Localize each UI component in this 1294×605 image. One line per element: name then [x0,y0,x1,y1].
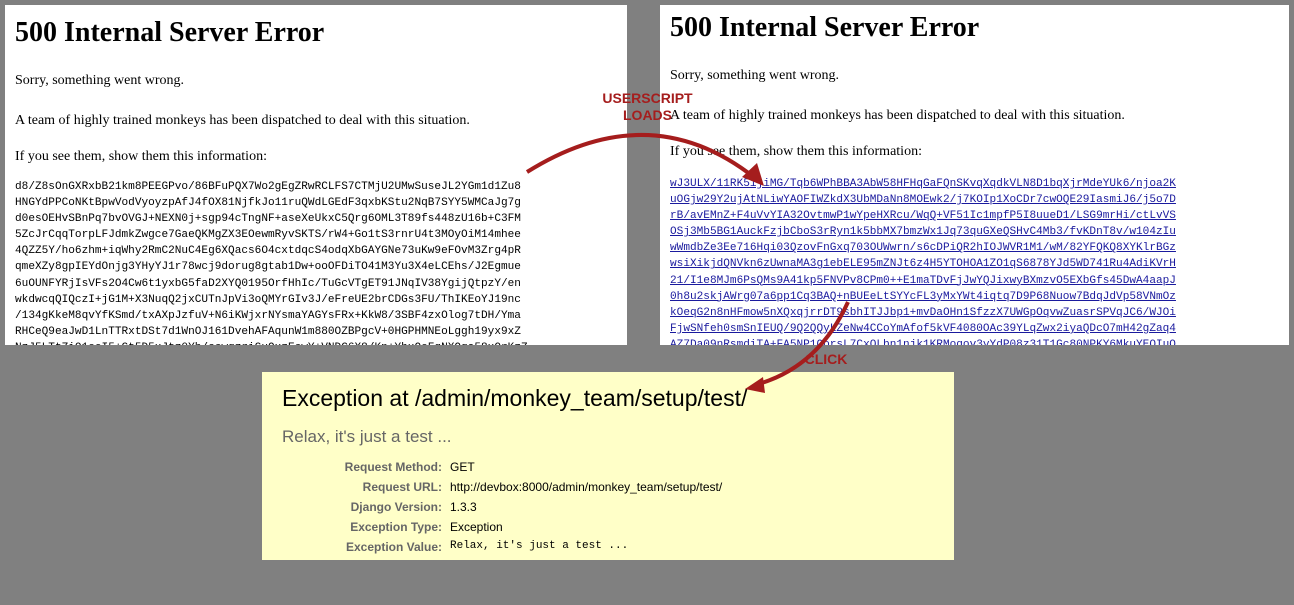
left-error-page: 500 Internal Server Error Sorry, somethi… [5,5,627,345]
meta-value: GET [450,460,475,474]
meta-key: Exception Value: [345,540,442,554]
apology-text: Sorry, something went wrong. [15,73,185,88]
exception-subtitle: Relax, it's just a test ... [282,427,452,446]
right-error-page: 500 Internal Server Error Sorry, somethi… [660,5,1289,345]
meta-value: Relax, it's just a test ... [450,540,629,552]
meta-key: Django Version: [350,500,442,514]
userscript-label: USERSCRIPT LOADS [602,90,693,123]
monkeys-text: A team of highly trained monkeys has bee… [670,108,1125,123]
exception-title: Exception at /admin/monkey_team/setup/te… [282,385,748,411]
page-title: 500 Internal Server Error [670,12,980,43]
meta-value: 1.3.3 [450,500,477,514]
meta-key: Exception Type: [350,520,442,534]
meta-value: Exception [450,520,503,534]
meta-value: http://devbox:8000/admin/monkey_team/set… [450,480,723,494]
click-label: CLICK [804,351,848,367]
meta-key: Request URL: [362,480,442,494]
instruction-text: If you see them, show them this informat… [670,144,922,159]
meta-key: Request Method: [344,460,442,474]
encoded-traceback: d8/Z8sOnGXRxbB21km8PEEGPvo/86BFuPQX7Wo2g… [15,181,528,345]
encoded-traceback-link[interactable]: wJ3ULX/11RK5ijiMG/Tqb6WPhBBA3AbW58HFHqGa… [670,176,1289,345]
django-exception-panel: Exception at /admin/monkey_team/setup/te… [262,372,954,560]
monkeys-text: A team of highly trained monkeys has bee… [15,113,470,128]
apology-text: Sorry, something went wrong. [670,68,840,83]
page-title: 500 Internal Server Error [15,17,325,48]
instruction-text: If you see them, show them this informat… [15,149,267,164]
